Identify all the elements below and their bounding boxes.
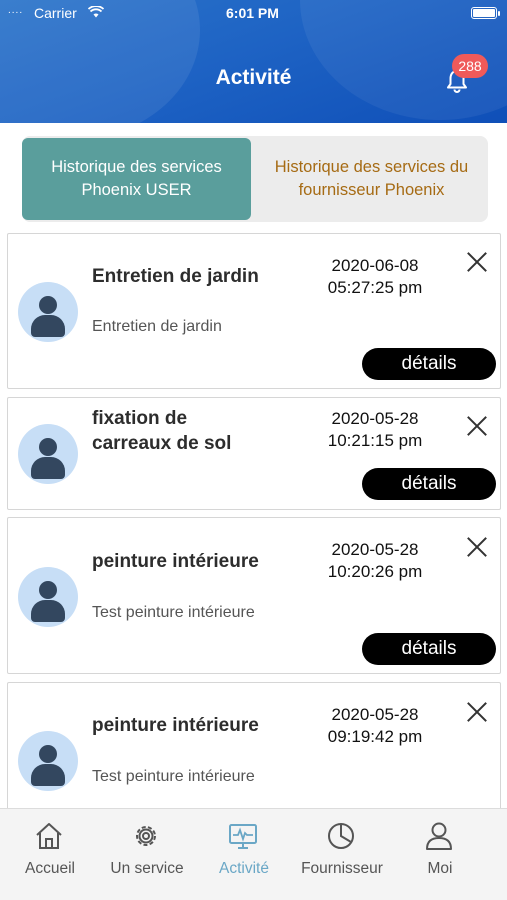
activity-title: peinture intérieure	[92, 551, 259, 572]
avatar	[18, 731, 78, 791]
activity-time-value: 09:19:42 pm	[327, 727, 423, 746]
nav-item-moi[interactable]: Moi	[390, 809, 490, 900]
nav-label: Activité	[219, 860, 269, 877]
tab-user-history[interactable]: Historique des services Phoenix USER	[22, 138, 251, 220]
avatar	[18, 282, 78, 342]
monitor-pulse-icon	[229, 824, 257, 849]
activity-title: peinture intérieure	[92, 715, 259, 736]
activity-description: Entretien de jardin	[92, 318, 222, 335]
activity-title-line: carreaux de sol	[92, 433, 232, 454]
avatar	[18, 567, 78, 627]
nav-label: Fournisseur	[301, 860, 383, 877]
activity-time-value: 10:21:15 pm	[327, 431, 423, 450]
activity-date: 2020-05-28 10:20:26 pm	[318, 539, 432, 583]
bottom-nav: Accueil Un service Activité Fournisseur …	[0, 808, 507, 900]
notification-badge[interactable]: 288	[452, 54, 488, 78]
pie-chart-icon	[328, 823, 354, 849]
nav-label: Accueil	[25, 860, 75, 877]
activity-date: 2020-06-08 05:27:25 pm	[318, 255, 432, 299]
page-title: Activité	[215, 66, 292, 89]
wifi-icon	[88, 6, 104, 18]
activity-date: 2020-05-28 10:21:15 pm	[318, 408, 432, 452]
activity-title: fixation de carreaux de sol	[92, 406, 302, 456]
nav-item-fournisseur[interactable]: Fournisseur	[292, 809, 392, 900]
tab-label-line: Historique des services	[51, 158, 222, 176]
signal-dots: ....	[8, 5, 24, 16]
nav-label: Moi	[427, 860, 453, 877]
gear-icon	[136, 826, 156, 846]
activity-date-value: 2020-05-28	[331, 705, 419, 724]
close-icon[interactable]	[466, 536, 488, 558]
nav-item-activite[interactable]: Activité	[194, 809, 294, 900]
carrier-label: Carrier	[34, 5, 77, 21]
app-header: .... Carrier 6:01 PM Activité 288	[0, 0, 507, 123]
tab-label-line: Historique des services du	[274, 158, 469, 176]
activity-time-value: 10:20:26 pm	[327, 562, 423, 581]
user-icon	[426, 822, 452, 850]
details-button[interactable]: détails	[362, 633, 496, 665]
history-tabs: Historique des services Phoenix USER Hist…	[22, 136, 488, 222]
activity-title-line: fixation de	[92, 408, 188, 429]
activity-date-value: 2020-05-28	[331, 409, 419, 428]
nav-item-un-service[interactable]: Un service	[97, 809, 197, 900]
activity-card[interactable]: fixation de carreaux de sol 2020-05-28 1…	[7, 397, 501, 510]
activity-date: 2020-05-28 09:19:42 pm	[318, 704, 432, 748]
activity-card[interactable]: Entretien de jardin Entretien de jardin …	[7, 233, 501, 389]
battery-icon	[471, 7, 500, 19]
tab-label-line: fournisseur Phoenix	[298, 181, 445, 199]
nav-item-accueil[interactable]: Accueil	[0, 809, 100, 900]
activity-title: Entretien de jardin	[92, 266, 259, 287]
activity-date-value: 2020-05-28	[331, 540, 419, 559]
status-time: 6:01 PM	[226, 5, 279, 21]
close-icon[interactable]	[466, 415, 488, 437]
close-icon[interactable]	[466, 701, 488, 723]
avatar	[18, 424, 78, 484]
tab-label-line: Phoenix USER	[81, 181, 192, 199]
activity-card[interactable]: peinture intérieure Test peinture intéri…	[7, 517, 501, 674]
tab-provider-history[interactable]: Historique des services du fournisseur Ph…	[255, 136, 488, 222]
activity-date-value: 2020-06-08	[331, 256, 419, 275]
nav-label: Un service	[110, 860, 184, 877]
activity-description: Test peinture intérieure	[92, 604, 255, 621]
activity-time-value: 05:27:25 pm	[327, 278, 423, 297]
status-bar: .... Carrier 6:01 PM	[0, 4, 507, 24]
home-icon	[36, 823, 62, 849]
details-button[interactable]: détails	[362, 468, 496, 500]
details-button[interactable]: détails	[362, 348, 496, 380]
activity-description: Test peinture intérieure	[92, 768, 255, 785]
close-icon[interactable]	[466, 251, 488, 273]
